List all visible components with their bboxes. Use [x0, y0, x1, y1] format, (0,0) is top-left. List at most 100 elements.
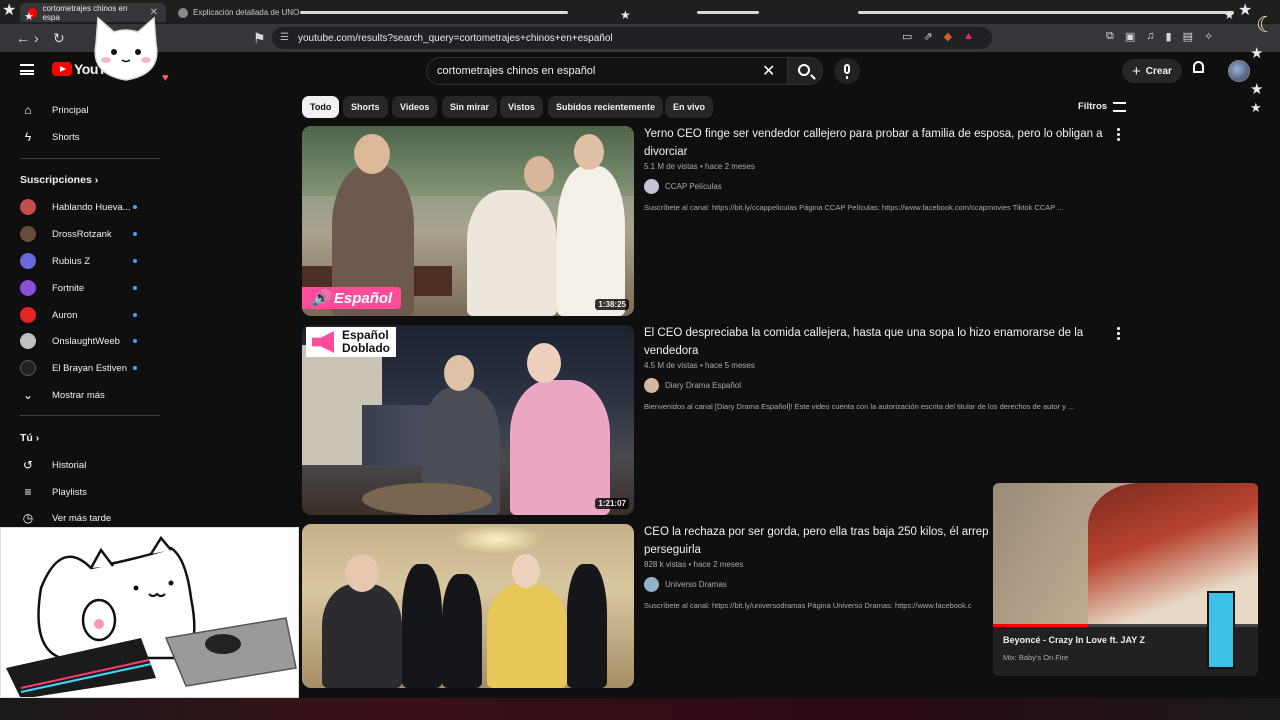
- channel-name: Rubius Z: [52, 255, 91, 267]
- video-description: Suscríbete al canal: https://bit.ly/univ…: [644, 601, 972, 610]
- figure-head: [574, 134, 604, 170]
- sidebar-item-subscription[interactable]: Hablando Hueva...: [12, 194, 160, 220]
- create-button[interactable]: + Crear: [1122, 59, 1182, 83]
- chip-subidos-recientemente[interactable]: Subidos recientemente: [548, 96, 664, 118]
- search-button[interactable]: [787, 57, 823, 85]
- channel-avatar: [644, 179, 659, 194]
- chevron-down-icon: ⌄: [22, 388, 34, 402]
- sidebar-item-subscription[interactable]: Auron: [12, 302, 160, 328]
- sidebar-item-subscription[interactable]: OnslaughtWeeb: [12, 328, 160, 354]
- wallet-icon[interactable]: ▤: [1183, 30, 1193, 43]
- channel-avatar: [20, 280, 36, 296]
- sidebar-item-label: Ver más tarde: [52, 512, 112, 524]
- sidebar-item-label: Historial: [52, 459, 87, 471]
- share-icon[interactable]: ⇗: [923, 30, 932, 43]
- chip-todo[interactable]: Todo: [302, 96, 340, 118]
- screenshot-icon[interactable]: ▣: [1125, 30, 1135, 43]
- chip-videos[interactable]: Videos: [392, 96, 438, 118]
- bookmark-icon[interactable]: ⚑: [253, 30, 266, 47]
- notifications-bell-icon[interactable]: [1192, 61, 1206, 75]
- extensions-icon[interactable]: ⧉: [1106, 30, 1114, 43]
- video-title[interactable]: CEO la rechaza por ser gorda, pero ella …: [644, 524, 994, 559]
- star-decoration-icon: ★: [620, 8, 631, 22]
- history-icon: ↺: [22, 458, 34, 472]
- video-description: Suscríbete al canal: https://bit.ly/ccap…: [644, 203, 1064, 212]
- sidebar-item-subscription[interactable]: El Brayan Estiven: [12, 355, 160, 381]
- video-meta: El CEO despreciaba la comida callejera, …: [644, 325, 1114, 411]
- figure-head: [444, 355, 474, 391]
- pixel-character-overlay: [1207, 591, 1235, 669]
- clear-search-icon[interactable]: ✕: [762, 61, 775, 81]
- sidebar-item-subscription[interactable]: DrossRotzank: [12, 221, 160, 247]
- you-heading[interactable]: Tú ›: [20, 432, 39, 444]
- decor-line: [858, 11, 1234, 14]
- back-icon[interactable]: ←: [16, 30, 30, 46]
- voice-search-button[interactable]: [834, 58, 860, 84]
- sidepanel-icon[interactable]: ▮: [1166, 30, 1172, 43]
- chip-vistos[interactable]: Vistos: [500, 96, 543, 118]
- shield-extension-icon[interactable]: ◆: [944, 30, 952, 43]
- forward-icon[interactable]: ›: [34, 30, 39, 46]
- video-thumbnail[interactable]: [302, 524, 634, 688]
- new-content-dot: [133, 259, 137, 263]
- new-content-dot: [133, 286, 137, 290]
- cat-keyboard-illustration: [6, 535, 297, 697]
- video-thumbnail[interactable]: Español Doblado 1:21:07: [302, 325, 634, 515]
- figure-head: [524, 156, 554, 192]
- sidebar-item-principal[interactable]: ⌂ Principal: [12, 97, 160, 123]
- miniplayer[interactable]: Beyoncé - Crazy In Love ft. JAY Z Mix: B…: [993, 483, 1258, 676]
- star-decoration-icon: ★: [1224, 8, 1235, 22]
- create-label: Crear: [1145, 65, 1172, 77]
- new-content-dot: [133, 339, 137, 343]
- chip-sin-mirar[interactable]: Sin mirar: [442, 96, 498, 118]
- sidebar-item-historial[interactable]: ↺ Historial: [12, 452, 160, 478]
- video-stats: 4.5 M de vistas • hace 5 meses: [644, 361, 755, 370]
- music-icon[interactable]: ♫: [1146, 30, 1154, 43]
- search-input[interactable]: cortometrajes chinos en español: [426, 57, 788, 85]
- account-avatar[interactable]: [1228, 60, 1250, 82]
- shorts-icon: ϟ: [24, 130, 32, 144]
- video-duration: 1:21:07: [595, 498, 629, 509]
- wok: [362, 483, 492, 515]
- figure: [487, 584, 567, 688]
- decor-line: [300, 11, 568, 14]
- sparkle-icon[interactable]: ✧: [1204, 30, 1213, 43]
- sidebar-item-subscription[interactable]: Fortnite: [12, 275, 160, 301]
- video-meta: Yerno CEO finge ser vendedor callejero p…: [644, 126, 1114, 212]
- figure: [402, 564, 442, 688]
- video-title[interactable]: El CEO despreciaba la comida callejera, …: [644, 325, 1114, 360]
- channel-name: CCAP Películas: [665, 182, 722, 191]
- badge-line: Doblado: [342, 341, 390, 355]
- microphone-icon: [844, 64, 850, 74]
- reload-icon[interactable]: ↻: [53, 30, 65, 47]
- figure-head: [512, 554, 540, 588]
- browser-tab[interactable]: Explicación detallada de UNO: [170, 3, 310, 22]
- address-bar[interactable]: ☰ youtube.com/results?search_query=corto…: [272, 27, 992, 49]
- you-title: Tú: [20, 432, 33, 444]
- chip-shorts[interactable]: Shorts: [343, 96, 388, 118]
- more-actions-icon[interactable]: [1117, 327, 1120, 342]
- sidebar-item-subscription[interactable]: Rubius Z: [12, 248, 160, 274]
- sidebar-item-shorts[interactable]: ϟ Shorts: [12, 124, 160, 150]
- cast-icon[interactable]: ▭: [902, 30, 912, 43]
- site-info-icon[interactable]: ☰: [280, 32, 289, 43]
- sidebar-item-show-more[interactable]: ⌄ Mostrar más: [12, 382, 160, 408]
- youtube-header: YouTube cortometrajes chinos en español …: [0, 52, 1280, 92]
- channel-avatar: [644, 378, 659, 393]
- speaker-icon: [312, 331, 334, 353]
- video-title[interactable]: Yerno CEO finge ser vendedor callejero p…: [644, 126, 1114, 161]
- video-thumbnail[interactable]: 🔊 Español 1:38:25: [302, 126, 634, 316]
- subscriptions-title: Suscripciones: [20, 174, 92, 186]
- filters-button[interactable]: Filtros: [1078, 101, 1127, 112]
- channel-row[interactable]: Diary Drama Español: [644, 378, 1114, 393]
- chip-en-vivo[interactable]: En vivo: [665, 96, 714, 118]
- triangle-extension-icon[interactable]: ▲: [963, 30, 974, 43]
- chip-label: Subidos recientemente: [556, 102, 656, 112]
- channel-row[interactable]: CCAP Películas: [644, 179, 1114, 194]
- progress-fill: [993, 624, 1089, 627]
- sidebar-item-playlists[interactable]: ≡ Playlists: [12, 479, 160, 505]
- video-result[interactable]: 🔊 Español 1:38:25 Yerno CEO finge ser ve…: [302, 126, 1132, 316]
- subscriptions-heading[interactable]: Suscripciones ›: [20, 174, 98, 186]
- hamburger-menu-icon[interactable]: [20, 64, 34, 75]
- more-actions-icon[interactable]: [1117, 128, 1120, 143]
